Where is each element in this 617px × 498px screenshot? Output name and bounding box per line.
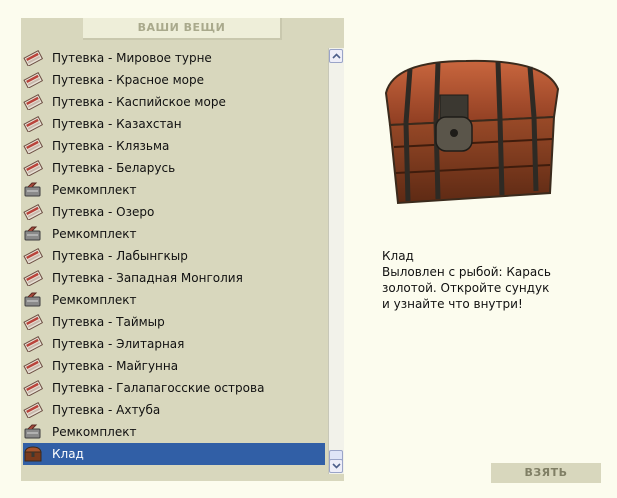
ticket-icon bbox=[23, 94, 43, 110]
ticket-icon bbox=[23, 160, 43, 176]
item-list: Путевка - Мировое турне Путевка - Красное… bbox=[23, 47, 325, 465]
list-item-label: Путевка - Элитарная bbox=[52, 337, 185, 351]
item-description-line: Выловлен с рыбой: Карась bbox=[382, 265, 551, 279]
list-item[interactable]: Ремкомплект bbox=[23, 179, 325, 201]
list-item[interactable]: Путевка - Таймыр bbox=[23, 311, 325, 333]
list-item[interactable]: Путевка - Майгунна bbox=[23, 355, 325, 377]
take-button[interactable]: ВЗЯТЬ bbox=[491, 463, 601, 483]
list-item-label: Путевка - Таймыр bbox=[52, 315, 165, 329]
list-item[interactable]: Путевка - Беларусь bbox=[23, 157, 325, 179]
list-item[interactable]: Путевка - Красное море bbox=[23, 69, 325, 91]
chevron-up-icon bbox=[331, 53, 341, 59]
ticket-icon bbox=[23, 50, 43, 66]
list-item[interactable]: Путевка - Лабынгкыр bbox=[23, 245, 325, 267]
repair-kit-icon bbox=[23, 226, 43, 242]
list-item-label: Путевка - Казахстан bbox=[52, 117, 182, 131]
list-item-label: Путевка - Майгунна bbox=[52, 359, 179, 373]
list-item-label: Путевка - Галапагосские острова bbox=[52, 381, 265, 395]
list-item-label: Клад bbox=[52, 447, 84, 461]
ticket-icon bbox=[23, 402, 43, 418]
list-item-label: Ремкомплект bbox=[52, 183, 137, 197]
scroll-up-button[interactable] bbox=[329, 49, 343, 63]
ticket-icon bbox=[23, 72, 43, 88]
repair-kit-icon bbox=[23, 182, 43, 198]
list-item[interactable]: Путевка - Каспийское море bbox=[23, 91, 325, 113]
list-item[interactable]: Путевка - Клязьма bbox=[23, 135, 325, 157]
scroll-down-button[interactable] bbox=[329, 459, 343, 473]
list-item-label: Путевка - Озеро bbox=[52, 205, 155, 219]
list-item-label: Путевка - Мировое турне bbox=[52, 51, 212, 65]
item-name: Клад bbox=[382, 249, 414, 263]
ticket-icon bbox=[23, 336, 43, 352]
ticket-icon bbox=[23, 270, 43, 286]
list-item-label: Ремкомплект bbox=[52, 293, 137, 307]
ticket-icon bbox=[23, 380, 43, 396]
list-item[interactable]: Ремкомплект bbox=[23, 421, 325, 443]
ticket-icon bbox=[23, 116, 43, 132]
item-description-line: и узнайте что внутри! bbox=[382, 297, 523, 311]
list-item-label: Путевка - Лабынгкыр bbox=[52, 249, 188, 263]
list-item-label: Путевка - Западная Монголия bbox=[52, 271, 243, 285]
list-item-label: Путевка - Каспийское море bbox=[52, 95, 226, 109]
list-item-label: Путевка - Беларусь bbox=[52, 161, 176, 175]
inventory-panel: ВАШИ ВЕЩИ Путевка - Мировое турне Путевка… bbox=[21, 18, 344, 481]
list-item-label: Путевка - Ахтуба bbox=[52, 403, 161, 417]
ticket-icon bbox=[23, 204, 43, 220]
ticket-icon bbox=[23, 314, 43, 330]
ticket-icon bbox=[23, 248, 43, 264]
list-item[interactable]: Путевка - Мировое турне bbox=[23, 47, 325, 69]
list-item[interactable]: Путевка - Западная Монголия bbox=[23, 267, 325, 289]
list-item[interactable]: Путевка - Казахстан bbox=[23, 113, 325, 135]
repair-kit-icon bbox=[23, 292, 43, 308]
panel-title: ВАШИ ВЕЩИ bbox=[83, 18, 282, 40]
list-item[interactable]: Путевка - Ахтуба bbox=[23, 399, 325, 421]
list-item[interactable]: Путевка - Элитарная bbox=[23, 333, 325, 355]
list-item-label: Путевка - Клязьма bbox=[52, 139, 170, 153]
list-item[interactable]: Путевка - Галапагосские острова bbox=[23, 377, 325, 399]
repair-kit-icon bbox=[23, 424, 43, 440]
list-item-label: Путевка - Красное море bbox=[52, 73, 204, 87]
list-item[interactable]: Путевка - Озеро bbox=[23, 201, 325, 223]
chevron-down-icon bbox=[331, 463, 341, 469]
list-item[interactable]: Ремкомплект bbox=[23, 289, 325, 311]
ticket-icon bbox=[23, 138, 43, 154]
ticket-icon bbox=[23, 358, 43, 374]
item-description-line: золотой. Откройте сундук bbox=[382, 281, 550, 295]
list-item[interactable]: Ремкомплект bbox=[23, 223, 325, 245]
item-preview-image bbox=[380, 55, 566, 205]
list-item-label: Ремкомплект bbox=[52, 425, 137, 439]
item-description: Клад Выловлен с рыбой: Карась золотой. О… bbox=[382, 248, 592, 312]
scrollbar[interactable] bbox=[328, 48, 344, 474]
list-item-label: Ремкомплект bbox=[52, 227, 137, 241]
chest-icon bbox=[23, 446, 43, 462]
list-item[interactable]: Клад bbox=[23, 443, 325, 465]
treasure-chest-icon bbox=[384, 59, 560, 205]
